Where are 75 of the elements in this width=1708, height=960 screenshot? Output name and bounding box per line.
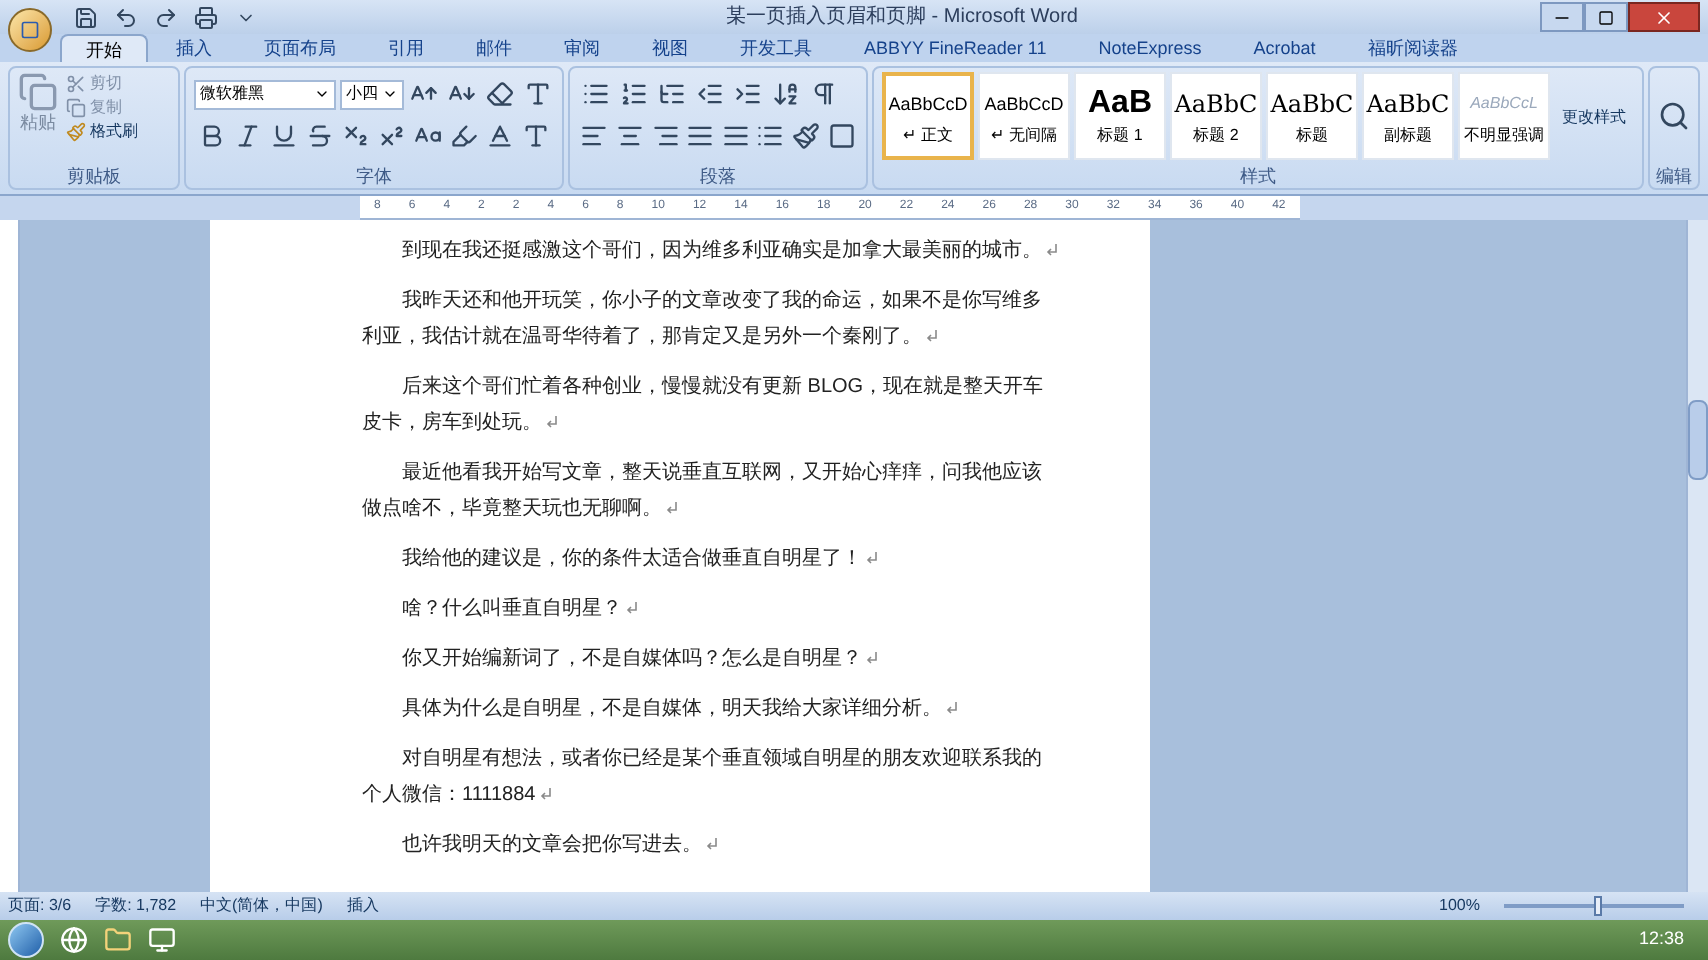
style-gallery-item[interactable]: AaBbC 标题: [1266, 72, 1358, 160]
paragraph: 我昨天还和他开玩笑，你小子的文章改变了我的命运，如果不是你写维多利亚，我估计就在温哥华待着了，那肯定又是另外一个秦刚了。: [362, 287, 1044, 352]
dropdown-caret-icon: [382, 86, 399, 102]
group-label: 剪贴板: [65, 164, 123, 188]
status-text: 中文(简体，中国): [200, 894, 323, 918]
folder-icon[interactable]: [104, 926, 132, 954]
style-gallery-item[interactable]: AaBbCcD ↵ 无间隔: [978, 72, 1070, 160]
paragraph: 对自明星有想法，或者你已经是某个垂直领域自明星的朋友欢迎联系我的个人微信：1111884: [362, 745, 1044, 810]
ribbon-tab[interactable]: 视图: [628, 34, 712, 62]
font-size-field[interactable]: 小四: [340, 79, 405, 109]
paragraph: 最近他看我开始写文章，整天说垂直互联网，又开始心痒痒，问我他应该做点啥不，毕竟整天玩也无聊啊。: [362, 459, 1044, 524]
style-gallery-item[interactable]: AaBbCcD ↵ 正文: [882, 72, 974, 160]
group-label: 字体: [354, 164, 394, 188]
ribbon-tab[interactable]: 引用: [364, 34, 448, 62]
ribbon-tab[interactable]: Acrobat: [1229, 34, 1340, 62]
paragraph-mark-icon: [946, 702, 958, 715]
paragraph: 啥？什么叫垂直自明星？: [362, 592, 1058, 628]
group-label: 样式: [1238, 164, 1278, 188]
style-gallery-item[interactable]: AaBbC 标题 2: [1170, 72, 1262, 160]
paragraph: 我给他的建议是，你的条件太适合做垂直自明星了！: [362, 542, 1058, 578]
office-button[interactable]: [8, 7, 52, 51]
ribbon-tab[interactable]: 审阅: [540, 34, 624, 62]
font-name-field[interactable]: 微软雅黑: [194, 79, 337, 109]
ribbon-tab[interactable]: 页面布局: [240, 34, 360, 62]
ribbon-tab[interactable]: 插入: [152, 34, 236, 62]
maximize-button[interactable]: [1584, 2, 1628, 32]
paragraph: 后来这个哥们忙着各种创业，慢慢就没有更新 BLOG，现在就是整天开车皮卡，房车到处玩。: [362, 373, 1046, 438]
paragraph-mark-icon: [866, 652, 878, 665]
paragraph: 到现在我还挺感激这个哥们，因为维多利亚确实是加拿大最美丽的城市。: [362, 234, 1058, 270]
ribbon-tab[interactable]: 邮件: [452, 34, 536, 62]
status-text: 插入: [346, 894, 379, 918]
taskbar-clock: 12:38: [1638, 926, 1684, 953]
clear-formatting-icon[interactable]: [483, 76, 517, 112]
status-text: 页面: 3/6: [8, 894, 72, 918]
search-icon[interactable]: [1658, 100, 1690, 132]
ribbon-tab[interactable]: ABBYY FineReader 11: [840, 34, 1071, 62]
maximize-icon: [1598, 9, 1614, 25]
browser-icon[interactable]: [60, 926, 88, 954]
style-gallery-item[interactable]: AaB 标题 1: [1074, 72, 1166, 160]
ribbon-tab[interactable]: 开始: [60, 34, 148, 62]
style-gallery-item[interactable]: AaBbCcL 不明显强调: [1458, 72, 1550, 160]
paragraph-mark-icon: [539, 788, 552, 801]
change-styles-button[interactable]: 更改样式: [1554, 72, 1634, 164]
monitor-icon[interactable]: [148, 926, 176, 954]
paragraph-mark-icon: [706, 838, 718, 851]
paragraph: 具体为什么是自明星，不是自媒体，明天我给大家详细分析。: [362, 692, 1058, 728]
close-button[interactable]: [1628, 2, 1700, 32]
status-text: 字数: 1,782: [95, 894, 177, 918]
close-icon: [1654, 7, 1674, 27]
ribbon-tab[interactable]: NoteExpress: [1074, 34, 1226, 62]
zoom-text: 100%: [1439, 894, 1480, 918]
paragraph: 你又开始编新词了，不是自媒体吗？怎么是自明星？: [362, 642, 1058, 678]
scrollbar-thumb[interactable]: [1688, 400, 1708, 480]
copy-icon: [66, 97, 86, 117]
ribbon-tab[interactable]: 福昕阅读器: [1343, 34, 1482, 62]
paragraph-mark-icon: [926, 330, 938, 343]
paintbrush-icon: [66, 121, 86, 141]
paragraph-mark-icon: [1046, 244, 1058, 257]
paragraph-mark-icon: [546, 416, 558, 429]
start-button[interactable]: [8, 922, 44, 958]
paragraph-mark-icon: [866, 552, 878, 565]
paragraph-mark-icon: [666, 502, 678, 515]
window-title: 某一页插入页眉和页脚 - Microsoft Word: [724, 3, 1080, 32]
group-label: 段落: [698, 164, 738, 188]
dropdown-caret-icon: [314, 86, 331, 102]
style-gallery-item[interactable]: AaBbC 副标题: [1362, 72, 1454, 160]
paragraph: 也许我明天的文章会把你写进去。: [362, 828, 1058, 864]
scissors-icon: [66, 73, 86, 93]
vertical-scrollbar[interactable]: [1686, 220, 1708, 892]
paragraph-mark-icon: [626, 602, 638, 615]
borders-icon[interactable]: [824, 118, 858, 154]
group-label: 编辑: [1654, 164, 1694, 188]
zoom-slider-thumb[interactable]: [1594, 896, 1602, 916]
ribbon-tab[interactable]: 开发工具: [716, 34, 836, 62]
format-painter-button[interactable]: 格式刷: [66, 120, 138, 142]
